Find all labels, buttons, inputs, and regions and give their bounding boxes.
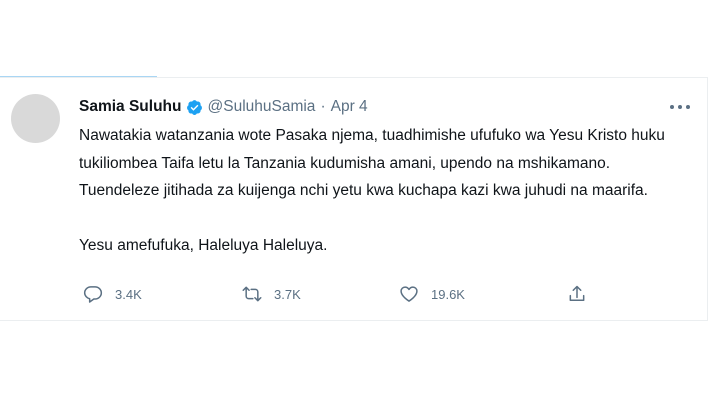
tweet-paragraph: Yesu amefufuka, Haleluya Haleluya. (79, 237, 328, 254)
retweet-count: 3.7K (274, 286, 301, 302)
reply-icon (83, 286, 103, 303)
separator-dot: · (320, 98, 326, 115)
author-name[interactable]: Samia Suluhu (79, 98, 182, 116)
share-icon (569, 285, 585, 301)
like-button[interactable]: 19.6K (399, 282, 465, 306)
tweet-paragraph: Nawatakia watanzania wote Pasaka njema, … (79, 127, 665, 199)
reply-count: 3.4K (115, 286, 142, 302)
like-icon (400, 286, 418, 302)
retweet-icon (242, 286, 262, 302)
avatar[interactable] (11, 94, 60, 143)
verified-badge-icon (186, 99, 202, 115)
share-button[interactable] (567, 282, 587, 306)
retweet-button[interactable]: 3.7K (242, 282, 301, 306)
author-handle[interactable]: @SuluhuSamia (208, 98, 316, 116)
tweet-header: Samia Suluhu @SuluhuSamia · Apr 4 (79, 96, 368, 118)
reply-button[interactable]: 3.4K (83, 282, 142, 306)
more-options-icon[interactable] (666, 98, 694, 116)
tweet-text: Nawatakia watanzania wote Pasaka njema, … (79, 122, 679, 260)
like-count: 19.6K (431, 286, 465, 302)
tweet-date[interactable]: Apr 4 (331, 98, 368, 116)
